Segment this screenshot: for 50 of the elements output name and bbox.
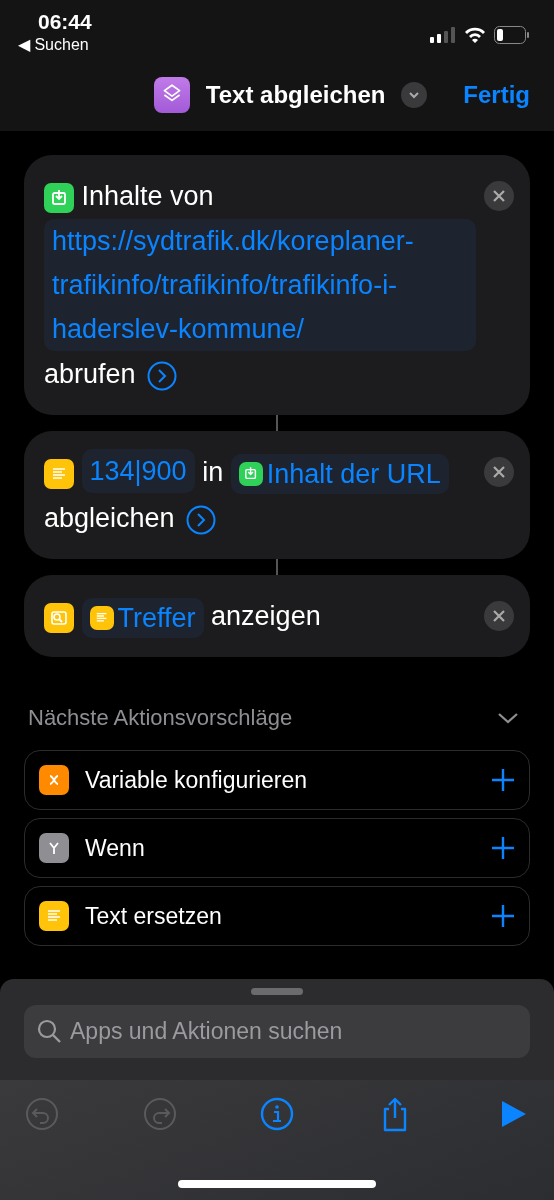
expand-chevron-icon[interactable] — [186, 504, 217, 535]
variable-icon — [39, 765, 69, 795]
search-field[interactable]: Apps und Aktionen suchen — [24, 1005, 530, 1058]
parameter-token[interactable]: https://sydtrafik.dk/koreplaner-trafikinfo/trafikinfo/trafikinfo-i-haderslev-kommune/ — [44, 219, 476, 351]
action-label: anzeigen — [211, 601, 321, 631]
shortcut-title: Text abgleichen — [205, 80, 386, 111]
magnifier-icon — [44, 602, 74, 633]
action-label: abrufen — [44, 359, 136, 389]
expand-chevron-icon[interactable] — [147, 360, 178, 391]
suggestion-label: Wenn — [85, 833, 146, 863]
plus-icon[interactable] — [491, 904, 515, 928]
variable-token[interactable]: Inhalt der URL — [230, 453, 449, 494]
close-icon — [492, 189, 506, 203]
action-label: Inhalte von — [81, 181, 214, 211]
text-lines-icon — [89, 605, 114, 630]
download-icon — [238, 461, 263, 486]
remove-button[interactable] — [484, 457, 514, 487]
chevron-down-button[interactable] — [401, 82, 428, 109]
search-icon — [36, 1018, 62, 1044]
wifi-icon — [464, 27, 486, 43]
suggestion-label: Text ersetzen — [85, 901, 223, 931]
plus-icon[interactable] — [491, 836, 515, 860]
text-lines-icon — [39, 901, 69, 931]
parameter-token[interactable]: 134|900 — [81, 449, 195, 493]
branch-icon — [39, 833, 69, 863]
remove-button[interactable] — [484, 181, 514, 211]
action-label: in — [202, 457, 224, 487]
variable-token[interactable]: Treffer — [81, 597, 204, 638]
variable-label: Treffer — [117, 601, 196, 635]
section-title: Nächste Aktionsvorschläge — [28, 704, 293, 732]
shortcut-icon — [153, 77, 190, 114]
back-link[interactable]: ◀ Suchen — [18, 33, 92, 58]
drag-handle[interactable] — [251, 988, 303, 995]
suggestion-row[interactable]: Text ersetzen — [24, 886, 530, 946]
info-button[interactable] — [259, 1096, 295, 1132]
suggestion-row[interactable]: Wenn — [24, 818, 530, 878]
close-icon — [492, 609, 506, 623]
signal-icon — [430, 27, 456, 43]
suggestion-label: Variable konfigurieren — [85, 765, 309, 795]
download-icon — [44, 182, 74, 213]
suggestion-row[interactable]: Variable konfigurieren — [24, 750, 530, 810]
done-button[interactable]: Fertig — [463, 77, 530, 114]
action-label: abgleichen — [44, 503, 175, 533]
plus-icon[interactable] — [491, 768, 515, 792]
variable-label: Inhalt der URL — [266, 457, 441, 491]
clock-time: 06:44 — [38, 10, 92, 34]
battery-icon — [494, 26, 530, 44]
remove-button[interactable] — [484, 601, 514, 631]
close-icon — [492, 465, 506, 479]
text-lines-icon — [44, 458, 74, 489]
